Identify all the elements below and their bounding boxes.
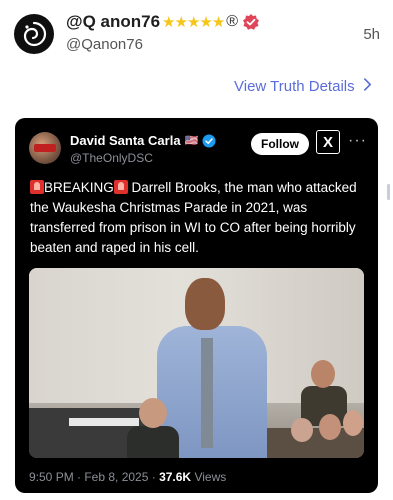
post-header: @Q anon76 ★★★★★ ® @Qanon76 5h [14, 12, 380, 56]
embed-author-name[interactable]: David Santa Carla 🇺🇸 [70, 133, 216, 148]
breaking-label: BREAKING [44, 180, 114, 195]
scrollbar-thumb[interactable] [387, 184, 390, 200]
chevron-right-icon [363, 78, 372, 95]
swirl-logo-icon [23, 21, 47, 47]
more-options-icon[interactable]: ··· [348, 132, 367, 150]
view-details-label: View Truth Details [234, 78, 355, 95]
view-truth-details-link[interactable]: View Truth Details [234, 78, 372, 95]
spectator-head [291, 418, 313, 442]
embedded-post-card[interactable]: David Santa Carla 🇺🇸 @TheOnlyDSC Follow … [15, 118, 378, 493]
embed-author-avatar[interactable] [29, 132, 61, 164]
spectator-head [343, 410, 363, 436]
user-handle[interactable]: @Qanon76 [66, 36, 143, 53]
siren-emoji-icon [30, 180, 44, 194]
views-label: Views [191, 470, 227, 484]
user-avatar[interactable] [14, 14, 54, 54]
display-name[interactable]: @Q anon76 ★★★★★ ® [66, 12, 260, 32]
embed-post-meta: 9:50 PM · Feb 8, 2025 · 37.6K Views [29, 470, 226, 484]
registered-mark: ® [226, 13, 239, 30]
post-time: 5h [363, 26, 380, 43]
siren-emoji-icon [113, 180, 128, 194]
verified-badge-icon [202, 134, 216, 148]
x-logo-icon[interactable]: X [316, 130, 340, 154]
spectator-head [319, 414, 341, 440]
embed-post-text: BREAKING Darrell Brooks, the man who att… [30, 178, 370, 258]
embed-media-photo[interactable] [29, 268, 364, 458]
officer-head [311, 360, 335, 388]
defendant-head [185, 278, 225, 330]
spectator-head [139, 398, 167, 428]
defendant-tie [201, 338, 213, 448]
embed-author-handle[interactable]: @TheOnlyDSC [70, 151, 153, 165]
desk-monitor [69, 418, 139, 426]
follow-button[interactable]: Follow [251, 133, 309, 155]
embed-author-name-text: David Santa Carla [70, 133, 181, 148]
spectator-body [127, 426, 179, 458]
flag-emoji: 🇺🇸 [184, 135, 199, 147]
star-rating: ★★★★★ [162, 14, 225, 31]
display-name-text: @Q anon76 [66, 12, 161, 31]
views-count: 37.6K [159, 470, 192, 484]
embed-timestamp[interactable]: 9:50 PM · Feb 8, 2025 · [29, 470, 159, 484]
verified-badge-icon [242, 13, 260, 31]
